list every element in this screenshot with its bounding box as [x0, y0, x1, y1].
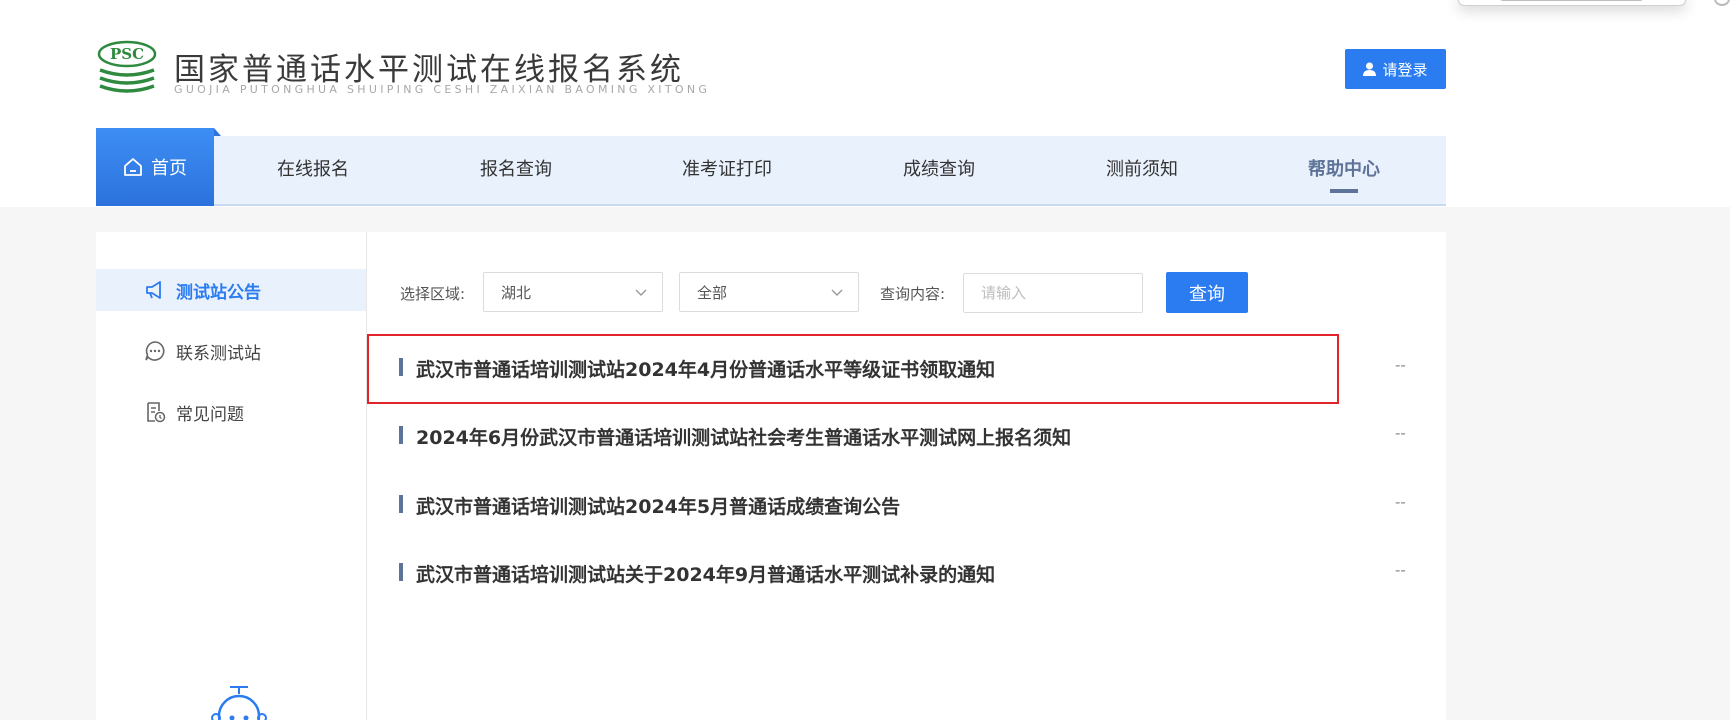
sidebar-item-label: 常见问题	[176, 404, 244, 425]
query-input[interactable]	[963, 273, 1143, 313]
browser-popup	[1458, 0, 1686, 6]
notice-date: --	[1395, 356, 1406, 374]
svg-text:PSC: PSC	[110, 45, 144, 63]
nav-home-label: 首页	[151, 158, 187, 179]
megaphone-icon	[146, 281, 161, 299]
notice-bullet	[399, 426, 403, 444]
nav-item-online-registration[interactable]: 在线报名	[277, 136, 349, 204]
query-button[interactable]: 查询	[1166, 272, 1248, 313]
active-nav-underline	[1330, 189, 1358, 193]
notice-date: --	[1395, 561, 1406, 579]
notice-title[interactable]: 武汉市普通话培训测试站2024年4月份普通话水平等级证书领取通知	[416, 355, 995, 382]
notice-bullet	[399, 358, 403, 376]
faq-document-icon	[147, 402, 166, 423]
home-icon	[124, 158, 142, 176]
nav-item-help-center[interactable]: 帮助中心	[1308, 136, 1380, 204]
notice-bullet	[399, 495, 403, 513]
sidebar-item-label: 测试站公告	[176, 282, 261, 303]
sidebar-item-contact-station[interactable]: 联系测试站	[96, 330, 366, 372]
chat-icon	[145, 341, 165, 361]
sidebar-item-station-notices[interactable]: 测试站公告	[96, 269, 366, 311]
sidebar: 测试站公告 联系测试站 常见问题	[96, 232, 367, 720]
notice-item[interactable]: 2024年6月份武汉市普通话培训测试站社会考生普通话水平测试网上报名须知 --	[367, 402, 1446, 468]
nav-item-score-query[interactable]: 成绩查询	[903, 136, 975, 204]
help-robot-icon[interactable]	[210, 684, 268, 720]
notice-item[interactable]: 武汉市普通话培训测试站关于2024年9月普通话水平测试补录的通知 --	[367, 539, 1446, 605]
login-button-label: 请登录	[1382, 60, 1428, 79]
login-button[interactable]: 请登录	[1345, 49, 1446, 89]
chevron-down-icon	[635, 289, 647, 296]
notice-item[interactable]: 武汉市普通话培训测试站2024年4月份普通话水平等级证书领取通知 --	[367, 334, 1446, 404]
nav-item-registration-query[interactable]: 报名查询	[480, 136, 552, 204]
notice-title[interactable]: 2024年6月份武汉市普通话培训测试站社会考生普通话水平测试网上报名须知	[416, 423, 1071, 450]
psc-logo: PSC	[97, 40, 157, 93]
chevron-down-icon	[831, 289, 843, 296]
nav-home[interactable]: 首页	[96, 128, 221, 206]
region-select[interactable]: 湖北	[483, 272, 663, 312]
scope-select[interactable]: 全部	[679, 272, 859, 312]
query-label: 查询内容:	[880, 285, 946, 303]
notice-item[interactable]: 武汉市普通话培训测试站2024年5月普通话成绩查询公告 --	[367, 471, 1446, 537]
scope-select-value: 全部	[697, 283, 728, 302]
nav-item-help-center-label: 帮助中心	[1308, 159, 1380, 180]
region-label: 选择区域:	[400, 285, 466, 303]
site-subtitle: GUOJIA PUTONGHUA SHUIPING CESHI ZAIXIAN …	[174, 83, 711, 96]
notice-bullet	[399, 563, 403, 581]
browser-popup-field	[1499, 0, 1644, 1]
nav-item-admission-ticket[interactable]: 准考证打印	[682, 136, 772, 204]
sidebar-item-faq[interactable]: 常见问题	[96, 391, 366, 433]
sidebar-item-label: 联系测试站	[176, 343, 261, 364]
user-icon	[1363, 62, 1377, 76]
notice-date: --	[1395, 424, 1406, 442]
region-select-value: 湖北	[501, 283, 532, 302]
notice-date: --	[1395, 493, 1406, 511]
main-nav: 首页 在线报名 报名查询 准考证打印 成绩查询 测前须知 帮助中心	[96, 128, 1446, 206]
notice-title[interactable]: 武汉市普通话培训测试站2024年5月普通话成绩查询公告	[416, 492, 900, 519]
content-panel: 测试站公告 联系测试站 常见问题 选择区域: 湖北 全部 查询内容: 查询	[96, 232, 1446, 720]
notice-title[interactable]: 武汉市普通话培训测试站关于2024年9月普通话水平测试补录的通知	[416, 560, 995, 587]
nav-item-pretest-notice[interactable]: 测前须知	[1106, 136, 1178, 204]
